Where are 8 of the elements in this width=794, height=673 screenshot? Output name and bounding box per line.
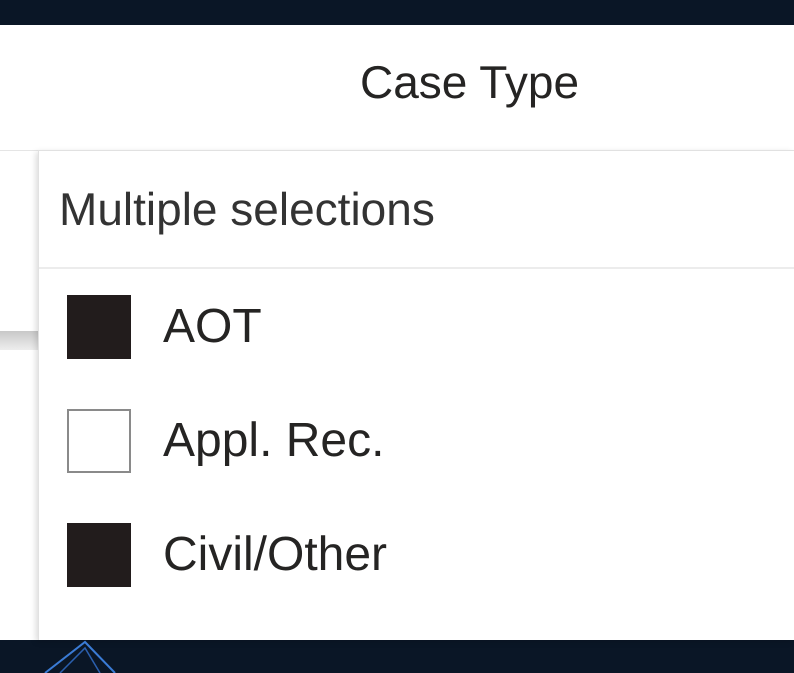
checkbox[interactable]	[67, 409, 131, 473]
option-label[interactable]: Appl. Rec.	[163, 405, 384, 477]
option-label[interactable]: AOT	[163, 291, 262, 363]
checkbox[interactable]	[67, 523, 131, 587]
dropdown-field[interactable]: Multiple selections	[39, 151, 794, 269]
slicer-title: Case Type	[360, 55, 580, 110]
option-label[interactable]: Civil/Other	[163, 519, 388, 591]
checkbox[interactable]	[67, 295, 131, 359]
